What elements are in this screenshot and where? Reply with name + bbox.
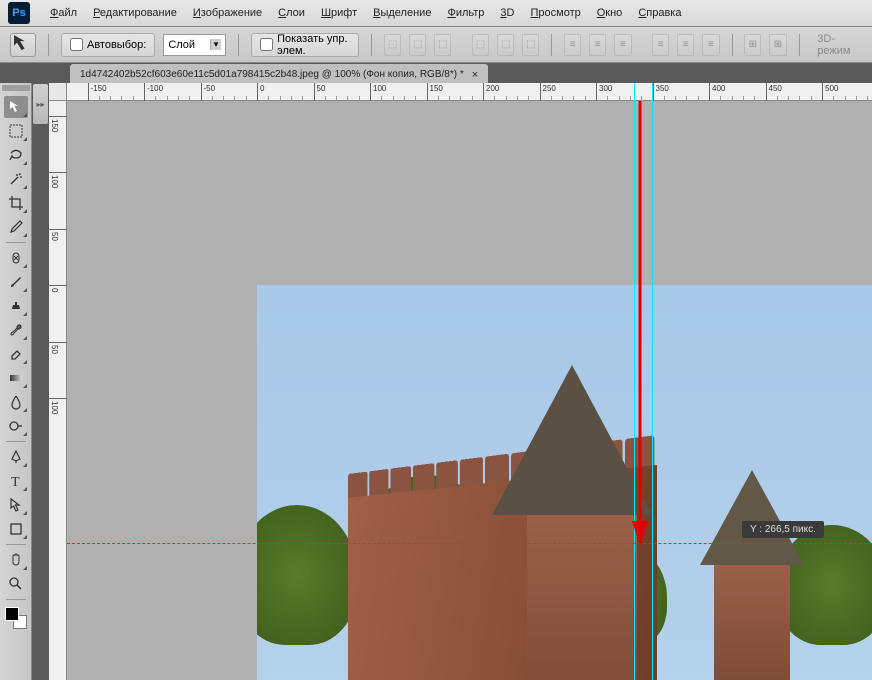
type-tool-icon[interactable]: T bbox=[4, 470, 28, 492]
panel-grip-icon[interactable] bbox=[2, 85, 30, 91]
align-bottom-icon[interactable]: ⬚ bbox=[434, 34, 451, 56]
distribute-bottom-icon[interactable]: ≡ bbox=[614, 34, 631, 56]
menu-select[interactable]: Выделение bbox=[365, 3, 439, 23]
close-tab-icon[interactable]: × bbox=[472, 69, 478, 81]
mode-3d-label: 3D-режим bbox=[811, 33, 862, 57]
menu-filter[interactable]: Фильтр bbox=[439, 3, 492, 23]
menu-view[interactable]: Просмотр bbox=[522, 3, 588, 23]
auto-blend-icon[interactable]: ⊞ bbox=[769, 34, 786, 56]
panel-collapse-strip: ▸▸ bbox=[32, 83, 49, 680]
document-tab-bar: 1d4742402b52cf603e60e11c5d01a798415c2b48… bbox=[0, 63, 872, 83]
move-tool-icon[interactable] bbox=[4, 96, 28, 118]
shape-tool-icon[interactable] bbox=[4, 518, 28, 540]
show-transform-label: Показать упр. элем. bbox=[277, 33, 350, 57]
eyedropper-tool-icon[interactable] bbox=[4, 216, 28, 238]
document-image[interactable] bbox=[257, 285, 872, 680]
align-left-icon[interactable]: ⬚ bbox=[472, 34, 489, 56]
current-tool-preset-button[interactable] bbox=[10, 33, 36, 57]
menu-bar: Ps Файл Редактирование Изображение Слои … bbox=[0, 0, 872, 27]
distribute-right-icon[interactable]: ≡ bbox=[702, 34, 719, 56]
distribute-hcenter-icon[interactable]: ≡ bbox=[677, 34, 694, 56]
blur-tool-icon[interactable] bbox=[4, 391, 28, 413]
document-tab-title: 1d4742402b52cf603e60e11c5d01a798415c2b48… bbox=[80, 69, 464, 80]
distribute-left-icon[interactable]: ≡ bbox=[652, 34, 669, 56]
color-swatches[interactable] bbox=[5, 607, 27, 629]
menu-edit[interactable]: Редактирование bbox=[85, 3, 185, 23]
auto-select-target-dropdown[interactable]: Слой bbox=[163, 34, 226, 56]
magic-wand-tool-icon[interactable] bbox=[4, 168, 28, 190]
tool-separator bbox=[6, 599, 26, 600]
auto-select-label: Автовыбор: bbox=[87, 39, 146, 51]
lasso-tool-icon[interactable] bbox=[4, 144, 28, 166]
healing-brush-tool-icon[interactable] bbox=[4, 247, 28, 269]
auto-align-icon[interactable]: ⊞ bbox=[744, 34, 761, 56]
separator bbox=[371, 34, 372, 56]
canvas-area[interactable]: ▸▸ bbox=[32, 83, 872, 680]
image-tower-region bbox=[517, 365, 647, 680]
brush-tool-icon[interactable] bbox=[4, 271, 28, 293]
workspace: T ▸▸ bbox=[0, 83, 872, 680]
distribute-top-icon[interactable]: ≡ bbox=[564, 34, 581, 56]
align-vcenter-icon[interactable]: ⬚ bbox=[409, 34, 426, 56]
vertical-guide[interactable] bbox=[634, 83, 635, 680]
gradient-tool-icon[interactable] bbox=[4, 367, 28, 389]
pen-tool-icon[interactable] bbox=[4, 446, 28, 468]
tooltip-label: Y : bbox=[750, 524, 762, 535]
tool-separator bbox=[6, 441, 26, 442]
menu-help[interactable]: Справка bbox=[630, 3, 689, 23]
menu-image[interactable]: Изображение bbox=[185, 3, 270, 23]
tooltip-value: 266,5 пикс. bbox=[765, 524, 816, 535]
eraser-tool-icon[interactable] bbox=[4, 343, 28, 365]
menu-layers[interactable]: Слои bbox=[270, 3, 313, 23]
auto-select-input[interactable] bbox=[70, 38, 83, 51]
show-transform-controls-checkbox[interactable]: Показать упр. элем. bbox=[251, 33, 359, 57]
canvas-viewport[interactable] bbox=[67, 101, 872, 680]
document-tab[interactable]: 1d4742402b52cf603e60e11c5d01a798415c2b48… bbox=[70, 64, 488, 83]
separator bbox=[238, 34, 239, 56]
app-logo-icon: Ps bbox=[8, 2, 30, 24]
menu-3d[interactable]: 3D bbox=[492, 3, 522, 23]
zoom-tool-icon[interactable] bbox=[4, 573, 28, 595]
clone-stamp-tool-icon[interactable] bbox=[4, 295, 28, 317]
image-tower-region bbox=[707, 470, 797, 680]
align-top-icon[interactable]: ⬚ bbox=[384, 34, 401, 56]
tool-separator bbox=[6, 242, 26, 243]
history-brush-tool-icon[interactable] bbox=[4, 319, 28, 341]
marquee-tool-icon[interactable] bbox=[4, 120, 28, 142]
path-selection-tool-icon[interactable] bbox=[4, 494, 28, 516]
options-bar: Автовыбор: Слой Показать упр. элем. ⬚ ⬚ … bbox=[0, 27, 872, 63]
show-transform-input[interactable] bbox=[260, 38, 273, 51]
align-hcenter-icon[interactable]: ⬚ bbox=[497, 34, 514, 56]
tool-separator bbox=[6, 544, 26, 545]
hand-tool-icon[interactable] bbox=[4, 549, 28, 571]
crop-tool-icon[interactable] bbox=[4, 192, 28, 214]
separator bbox=[799, 34, 800, 56]
dodge-tool-icon[interactable] bbox=[4, 415, 28, 437]
auto-select-checkbox[interactable]: Автовыбор: bbox=[61, 33, 155, 57]
ruler-origin[interactable] bbox=[49, 83, 67, 101]
vertical-guide[interactable] bbox=[652, 83, 653, 680]
menu-file[interactable]: Файл bbox=[42, 3, 85, 23]
guide-position-tooltip: Y : 266,5 пикс. bbox=[742, 521, 824, 538]
auto-select-target-value: Слой bbox=[168, 39, 195, 51]
align-right-icon[interactable]: ⬚ bbox=[522, 34, 539, 56]
menu-window[interactable]: Окно bbox=[589, 3, 631, 23]
horizontal-guide-dragging[interactable] bbox=[67, 543, 872, 544]
vertical-ruler[interactable] bbox=[49, 101, 67, 680]
foreground-color-swatch[interactable] bbox=[5, 607, 19, 621]
separator bbox=[551, 34, 552, 56]
svg-text:T: T bbox=[11, 475, 20, 489]
distribute-vcenter-icon[interactable]: ≡ bbox=[589, 34, 606, 56]
menu-type[interactable]: Шрифт bbox=[313, 3, 365, 23]
horizontal-ruler[interactable] bbox=[67, 83, 872, 101]
tools-panel: T bbox=[0, 83, 32, 680]
separator bbox=[48, 34, 49, 56]
expand-panel-icon[interactable]: ▸▸ bbox=[33, 84, 48, 124]
separator bbox=[732, 34, 733, 56]
